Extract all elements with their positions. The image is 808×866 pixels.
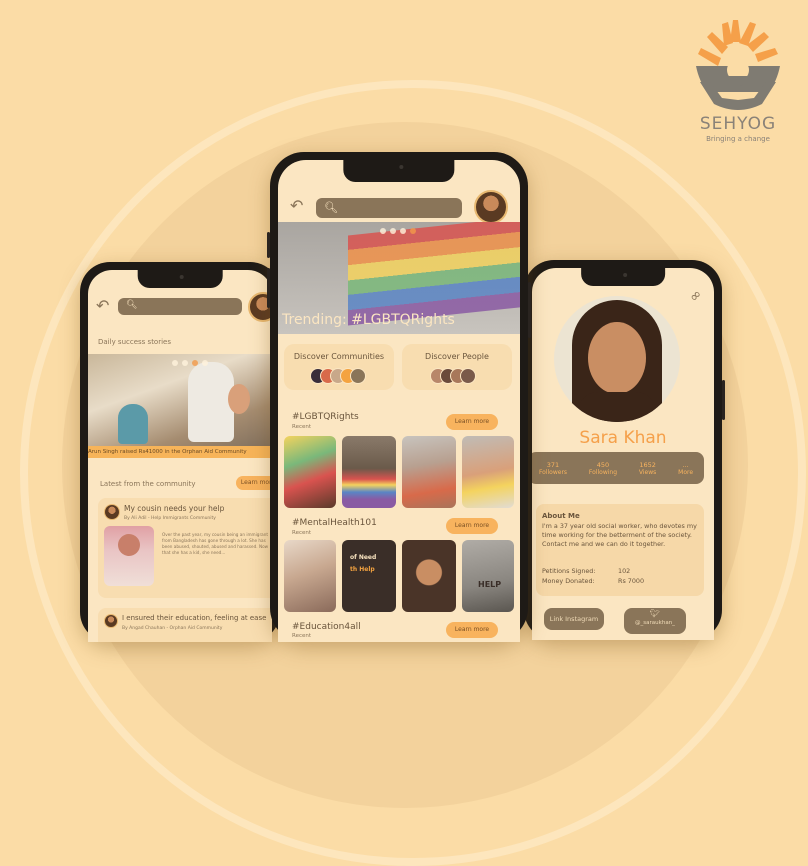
post-byline: By Ali Adil - Help Immigrants Community (124, 516, 216, 521)
trending-hero[interactable]: Trending: #LGBTQRights (278, 222, 520, 334)
learn-more-button[interactable]: Learn more (236, 476, 272, 490)
section-image[interactable]: of Need th Help (342, 540, 396, 612)
stat-followers[interactable]: 371 Followers (539, 461, 567, 476)
section-image[interactable] (462, 436, 514, 508)
search-bar[interactable]: 🔍︎ (316, 198, 462, 218)
section-sub: Recent (292, 633, 312, 639)
section-tag[interactable]: #LGBTQRights (292, 412, 359, 422)
left-phone-screen: ↶ 🔍︎ Daily success stories Arun Singh ra… (88, 270, 272, 642)
post-title[interactable]: I ensured their education, feeling at ea… (122, 614, 266, 622)
sehyog-logo: SEHYOG Bringing a change (690, 18, 786, 143)
profile-stats-bar: 371 Followers 450 Following 1652 Views .… (532, 452, 704, 484)
carousel-dots[interactable] (172, 360, 208, 366)
learn-more-button[interactable]: Learn more (446, 518, 498, 534)
post-body: Over the past year, my cousin being an i… (162, 532, 269, 555)
profile-name: Sara Khan (579, 428, 667, 448)
right-phone-screen: ∞ Sara Khan 371 Followers 450 Following … (532, 268, 714, 640)
section-image[interactable] (402, 436, 456, 508)
discover-people-card[interactable]: Discover People (402, 344, 512, 390)
section-sub: Recent (292, 424, 312, 430)
search-icon: 🔍︎ (126, 300, 138, 310)
back-arrow-icon[interactable]: ↶ (290, 196, 303, 215)
section-tag[interactable]: #MentalHealth101 (292, 518, 377, 528)
logo-name: SEHYOG (699, 114, 777, 134)
learn-more-button[interactable]: Learn more (446, 414, 498, 430)
stat-views[interactable]: 1652 Views (639, 461, 656, 476)
section-sub: Recent (292, 530, 312, 536)
about-card: About Me I'm a 37 year old social worker… (536, 504, 704, 596)
section-tag[interactable]: #Education4all (292, 622, 361, 632)
back-arrow-icon[interactable]: ↶ (96, 296, 109, 315)
search-bar[interactable]: 🔍︎ (118, 298, 242, 315)
twitter-button[interactable]: 🐦︎ @_saraukhan_ (624, 608, 686, 634)
section-image[interactable]: HELP (462, 540, 514, 612)
right-phone: ∞ Sara Khan 371 Followers 450 Following … (524, 260, 725, 640)
post-title[interactable]: My cousin needs your help (124, 504, 224, 513)
post-card[interactable]: I ensured their education, feeling at ea… (98, 608, 272, 642)
twitter-handle: @_saraukhan_ (635, 620, 675, 626)
about-text: I'm a 37 year old social worker, who dev… (542, 522, 697, 548)
post-author-avatar[interactable] (104, 504, 120, 520)
section-image[interactable] (284, 540, 336, 612)
link-icon[interactable]: ∞ (686, 286, 706, 306)
twitter-icon: 🐦︎ (649, 609, 661, 618)
user-avatar[interactable] (474, 190, 508, 224)
carousel-dots[interactable] (380, 228, 416, 234)
hero-title: Trending: #LGBTQRights (282, 312, 455, 328)
logo-tagline: Bringing a change (706, 135, 770, 143)
search-icon: 🔍︎ (324, 201, 338, 214)
learn-more-button[interactable]: Learn more (446, 622, 498, 638)
post-image[interactable] (104, 526, 154, 586)
section-image[interactable] (402, 540, 456, 612)
rainbow-flag (348, 222, 520, 326)
sun-logo-icon (696, 20, 780, 110)
banner-caption: Arun Singh raised Rs41000 in the Orphan … (88, 446, 272, 458)
about-title: About Me (542, 512, 580, 520)
petitions-label: Petitions Signed: (542, 567, 596, 575)
section-title: Daily success stories (98, 338, 171, 346)
post-byline: By Angad Chauhan - Orphan Aid Community (122, 626, 223, 631)
stat-more[interactable]: ... More (678, 461, 693, 476)
feed-title: Latest from the community (100, 480, 196, 488)
stat-following[interactable]: 450 Following (589, 461, 617, 476)
center-phone-screen: ↶ 🔍︎ Trending: #LGBTQRights Discover Com… (278, 160, 520, 642)
post-author-avatar[interactable] (104, 614, 118, 628)
link-instagram-button[interactable]: Link Instagram (544, 608, 604, 630)
post-card[interactable]: My cousin needs your help By Ali Adil - … (98, 498, 272, 598)
success-story-banner[interactable] (88, 354, 272, 454)
petitions-value: 102 (618, 567, 631, 575)
center-phone: ↶ 🔍︎ Trending: #LGBTQRights Discover Com… (267, 152, 531, 642)
section-image[interactable] (342, 436, 396, 508)
section-image[interactable] (284, 436, 336, 508)
money-value: Rs 7000 (618, 577, 645, 585)
left-phone: ↶ 🔍︎ Daily success stories Arun Singh ra… (80, 262, 280, 642)
profile-photo[interactable] (554, 296, 680, 422)
discover-communities-card[interactable]: Discover Communities (284, 344, 394, 390)
money-label: Money Donated: (542, 577, 595, 585)
